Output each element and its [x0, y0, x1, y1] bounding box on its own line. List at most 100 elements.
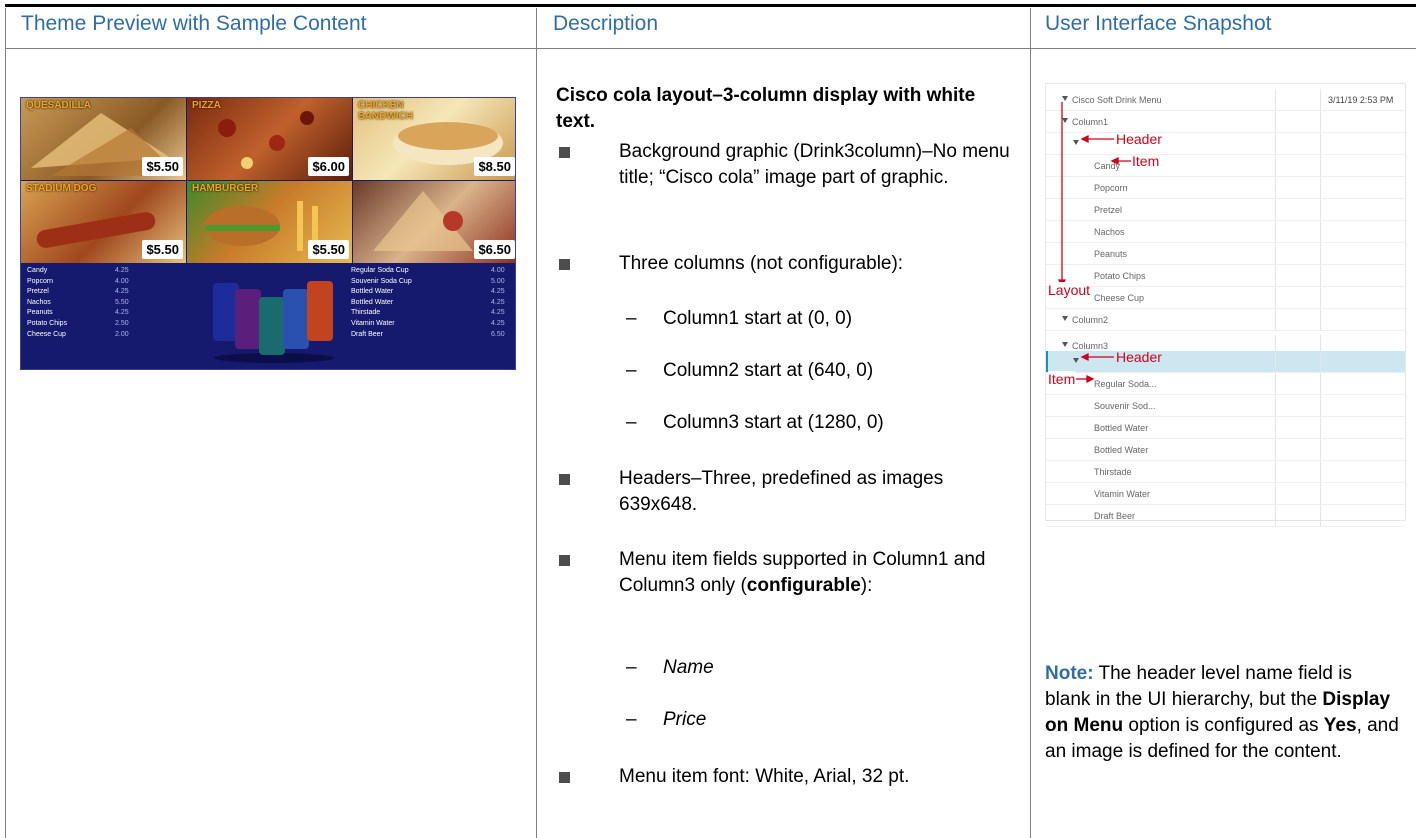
tree-cell: Candy	[1046, 155, 1276, 176]
tree-cell: Vitamin Water	[1046, 483, 1276, 504]
square-bullet-icon	[559, 772, 570, 783]
food-tile-stadium-dog: STADIUM DOG $5.50	[21, 181, 186, 263]
tree-row-item[interactable]: Candy	[1046, 155, 1405, 177]
square-bullet-icon	[559, 555, 570, 566]
tree-cell: Nachos	[1046, 221, 1276, 242]
tree-cell: Draft Beer	[1046, 505, 1276, 526]
tree-row-item[interactable]: Peanuts	[1046, 243, 1405, 265]
menu-item-price: 5.50	[115, 298, 129, 306]
menu-item-name: Cheese Cup	[27, 330, 66, 338]
tree-row-column2[interactable]: Column2	[1046, 309, 1405, 331]
square-bullet-icon	[559, 147, 570, 158]
expand-triangle-icon[interactable]	[1062, 316, 1068, 321]
tree-label: Pretzel	[1094, 205, 1123, 215]
tree-label: Peanuts	[1094, 249, 1128, 259]
tree-row-item[interactable]: Bottled Water	[1046, 439, 1405, 461]
square-bullet-icon	[559, 259, 570, 270]
tree-cell	[1276, 439, 1321, 460]
note-bold-text: Yes	[1323, 715, 1357, 736]
tree-row-item[interactable]: Potato Chips	[1046, 265, 1405, 287]
tree-cell	[1276, 395, 1321, 416]
column-divider-1	[536, 8, 537, 838]
tree-row-item[interactable]: Draft Beer	[1046, 505, 1405, 527]
tree-cell: Souvenir Sod...	[1046, 395, 1276, 416]
tree-label: Draft Beer	[1094, 511, 1136, 521]
menu-item-price: 4.25	[115, 267, 129, 274]
tree-row-item[interactable]: Souvenir Sod...	[1046, 395, 1405, 417]
bullet-text: Menu item fields supported in Column1 an…	[619, 547, 1029, 599]
tree-row-item[interactable]: Regular Soda...	[1046, 373, 1405, 395]
tree-cell	[1276, 483, 1321, 504]
menu-row: Regular Soda Cup 4.00	[351, 266, 505, 277]
tree-cell	[1276, 199, 1321, 220]
tree-cell	[1276, 309, 1321, 330]
menu-item-price: 4.25	[491, 288, 505, 296]
tile-label: PIZZA	[192, 100, 221, 111]
tree-row-root[interactable]: Cisco Soft Drink Menu 3/11/19 2:53 PM	[1046, 89, 1405, 111]
tree-label: Column2	[1072, 315, 1109, 325]
table-top-rule	[5, 4, 1416, 7]
timestamp: 3/11/19 2:53 PM	[1328, 95, 1394, 105]
menu-item-price: 4.25	[115, 288, 129, 296]
menu-item-name: Souvenir Soda Cup	[351, 277, 412, 285]
menu-item-name: Popcorn	[27, 277, 54, 285]
tree-cell	[1276, 287, 1321, 308]
tree-label: Bottled Water	[1094, 445, 1149, 455]
header-description: Description	[553, 12, 659, 35]
tree-row-item[interactable]: Bottled Water	[1046, 417, 1405, 439]
menu-item-price: 4.00	[491, 267, 505, 274]
sub-bullet-text: Column3 start at (1280, 0)	[663, 412, 884, 433]
tree-cell: Bottled Water	[1046, 439, 1276, 460]
tree-row-item[interactable]: Pretzel	[1046, 199, 1405, 221]
right-menu-list: Regular Soda Cup 4.00 Souvenir Soda Cup 5.…	[351, 266, 505, 340]
bullet-text: Background graphic (Drink3column)–No men…	[619, 141, 1010, 188]
tree-label: Vitamin Water	[1094, 489, 1151, 499]
sub-bullet-text: Column1 start at (0, 0)	[663, 308, 853, 329]
menu-row: Potato Chips 2.50	[27, 319, 129, 330]
tree-row-item[interactable]: Vitamin Water	[1046, 483, 1405, 505]
food-tile-nachos: $6.50	[353, 181, 515, 263]
menu-row: Draft Beer 6.50	[351, 330, 505, 341]
tree-row-header1[interactable]	[1046, 133, 1405, 155]
tile-price: $8.50	[474, 157, 515, 176]
tree-row-item[interactable]: Cheese Cup	[1046, 287, 1405, 309]
tree-cell	[1276, 155, 1321, 176]
tree-label: Thirstade	[1094, 467, 1132, 477]
sub-bullet-text: Name	[663, 657, 714, 678]
tree-cell: Pretzel	[1046, 199, 1276, 220]
expand-triangle-icon[interactable]	[1062, 342, 1068, 347]
header-ui-snapshot: User Interface Snapshot	[1045, 12, 1272, 35]
tree-row-item[interactable]: Nachos	[1046, 221, 1405, 243]
menu-item-price: 2.00	[115, 330, 129, 338]
food-tile-pizza: PIZZA $6.00	[187, 98, 352, 180]
expand-triangle-icon[interactable]	[1062, 96, 1068, 101]
description-title: Cisco cola layout–3-column display with …	[556, 83, 1026, 135]
menu-row: Popcorn 4.00	[27, 277, 129, 288]
menu-item-name: Bottled Water	[351, 298, 394, 306]
tree-row-item[interactable]: Popcorn	[1046, 177, 1405, 199]
tree-row-item[interactable]: Thirstade	[1046, 461, 1405, 483]
bullet-text: Headers–Three, predefined as images 639x…	[619, 468, 944, 515]
bullet-text-bold: configurable	[746, 575, 861, 596]
tree-row-column1[interactable]: Column1	[1046, 111, 1405, 133]
menu-item-name: Nachos	[27, 298, 51, 306]
annotation-header-label: Header	[1116, 131, 1162, 147]
menu-item-name: Peanuts	[27, 309, 53, 317]
dash-bullet-icon: –	[626, 360, 637, 381]
tree-cell	[1276, 133, 1321, 154]
menu-row: Cheese Cup 2.00	[27, 330, 129, 341]
annotation-layout-label: Layout	[1048, 282, 1091, 298]
expand-triangle-icon[interactable]	[1073, 140, 1079, 145]
expand-triangle-icon[interactable]	[1062, 118, 1068, 123]
menu-item-price: 4.25	[491, 309, 505, 317]
menu-item-name: Candy	[27, 267, 48, 274]
menu-item-price: 4.25	[491, 298, 505, 306]
annotation-item-label: Item	[1132, 153, 1160, 169]
tree-cell	[1276, 351, 1321, 372]
expand-triangle-icon[interactable]	[1073, 358, 1079, 363]
tile-price: $5.50	[142, 240, 183, 259]
column-divider-2	[1030, 8, 1031, 838]
tree-row-header3-selected[interactable]	[1046, 351, 1405, 373]
tree-label: Column3	[1072, 341, 1109, 351]
ui-hierarchy-snapshot: Cisco Soft Drink Menu 3/11/19 2:53 PM Co…	[1045, 83, 1406, 527]
